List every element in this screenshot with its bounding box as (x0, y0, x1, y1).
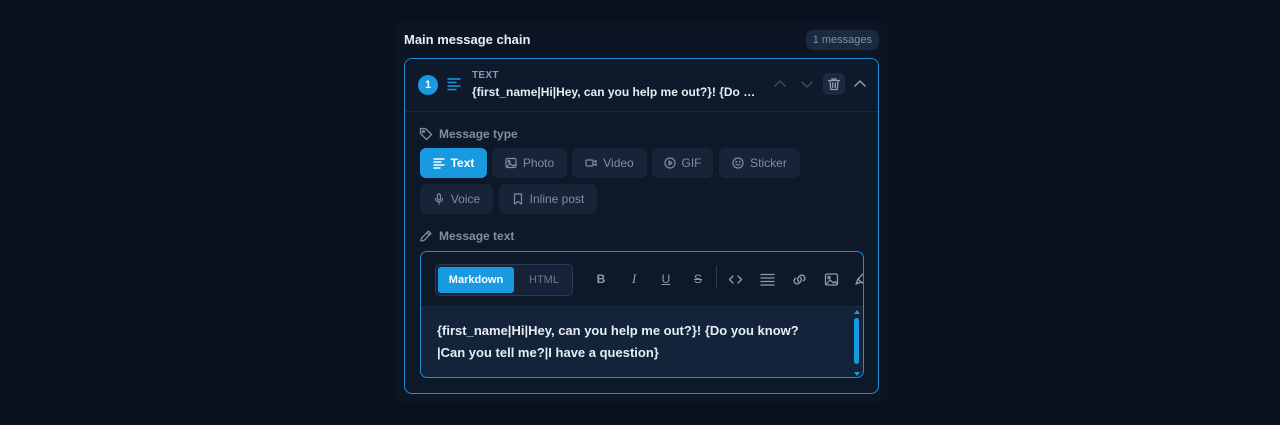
editor-line-1: {first_name|Hi|Hey, can you help me out?… (437, 323, 799, 338)
text-lines-icon (447, 78, 461, 91)
message-card: 1 TEXT {first_name|Hi|Hey, can you help … (404, 58, 879, 394)
brush-icon (854, 272, 863, 285)
editor-toolbar: Markdown HTML B I U S (421, 252, 863, 307)
microphone-icon (434, 193, 443, 205)
insert-image-button[interactable] (821, 269, 841, 289)
code-button[interactable] (725, 269, 745, 289)
video-icon (585, 159, 597, 167)
type-inline-post-button[interactable]: Inline post (499, 184, 597, 214)
align-button[interactable] (757, 269, 777, 289)
message-type-label: Message type (419, 126, 518, 142)
trash-icon (827, 78, 841, 91)
message-preview: {first_name|Hi|Hey, can you help me out?… (472, 85, 757, 99)
play-circle-icon (663, 157, 676, 169)
message-count-badge: 1 messages (805, 30, 879, 50)
pencil-icon (420, 230, 432, 242)
type-text-button[interactable]: Text (420, 148, 487, 178)
html-mode-button[interactable]: HTML (520, 267, 568, 293)
image-icon (824, 272, 838, 286)
markdown-mode-button[interactable]: Markdown (438, 267, 514, 293)
type-video-label: Video (603, 156, 634, 170)
message-number-badge: 1 (418, 75, 438, 95)
collapse-button[interactable] (849, 73, 871, 95)
strikethrough-button[interactable]: S (688, 269, 708, 289)
message-type-label-text: Message type (439, 127, 518, 141)
scroll-thumb[interactable] (854, 318, 859, 364)
align-icon (759, 273, 775, 286)
type-voice-button[interactable]: Voice (420, 184, 493, 214)
image-icon (505, 157, 517, 169)
type-text-label: Text (450, 156, 475, 170)
italic-button[interactable]: I (624, 269, 644, 289)
message-text-label-text: Message text (439, 229, 515, 243)
move-up-icon (774, 80, 786, 87)
type-gif-button[interactable]: GIF (652, 148, 713, 178)
type-gif-label: GIF (681, 156, 702, 170)
tag-icon (419, 127, 433, 141)
message-card-header[interactable]: 1 TEXT {first_name|Hi|Hey, can you help … (405, 59, 878, 112)
smile-icon (732, 157, 744, 169)
bookmark-icon (513, 193, 522, 205)
delete-button[interactable] (823, 73, 845, 95)
scroll-up-arrow[interactable] (854, 310, 860, 314)
underline-button[interactable]: U (656, 269, 676, 289)
type-sticker-button[interactable]: Sticker (719, 148, 800, 178)
message-text-label: Message text (419, 228, 514, 244)
link-button[interactable] (789, 269, 809, 289)
type-sticker-label: Sticker (750, 156, 787, 170)
message-type-tag: TEXT (472, 70, 499, 81)
editor-content[interactable]: {first_name|Hi|Hey, can you help me out?… (437, 320, 837, 364)
text-lines-icon (432, 158, 445, 169)
type-voice-label: Voice (450, 192, 481, 206)
chain-header: Main message chain 1 messages (404, 30, 879, 52)
code-icon (728, 274, 742, 284)
toolbar-divider (716, 266, 717, 288)
brush-button[interactable] (851, 269, 863, 289)
chevron-up-icon (854, 80, 866, 87)
link-icon (792, 273, 806, 285)
editor-line-2: |Can you tell me?|I have a question} (437, 345, 659, 360)
type-photo-label: Photo (522, 156, 555, 170)
type-video-button[interactable]: Video (572, 148, 647, 178)
editor-scrollbar[interactable] (854, 310, 860, 376)
type-photo-button[interactable]: Photo (492, 148, 567, 178)
move-up-button[interactable] (769, 73, 791, 95)
move-down-button[interactable] (796, 73, 818, 95)
chain-title: Main message chain (404, 32, 531, 47)
move-down-icon (801, 81, 813, 88)
type-inline-post-label: Inline post (529, 192, 585, 206)
scroll-down-arrow[interactable] (854, 372, 860, 376)
editor-mode-switch: Markdown HTML (435, 264, 573, 296)
bold-button[interactable]: B (591, 269, 611, 289)
message-text-editor: Markdown HTML B I U S {first_name|Hi|Hey… (420, 251, 864, 378)
